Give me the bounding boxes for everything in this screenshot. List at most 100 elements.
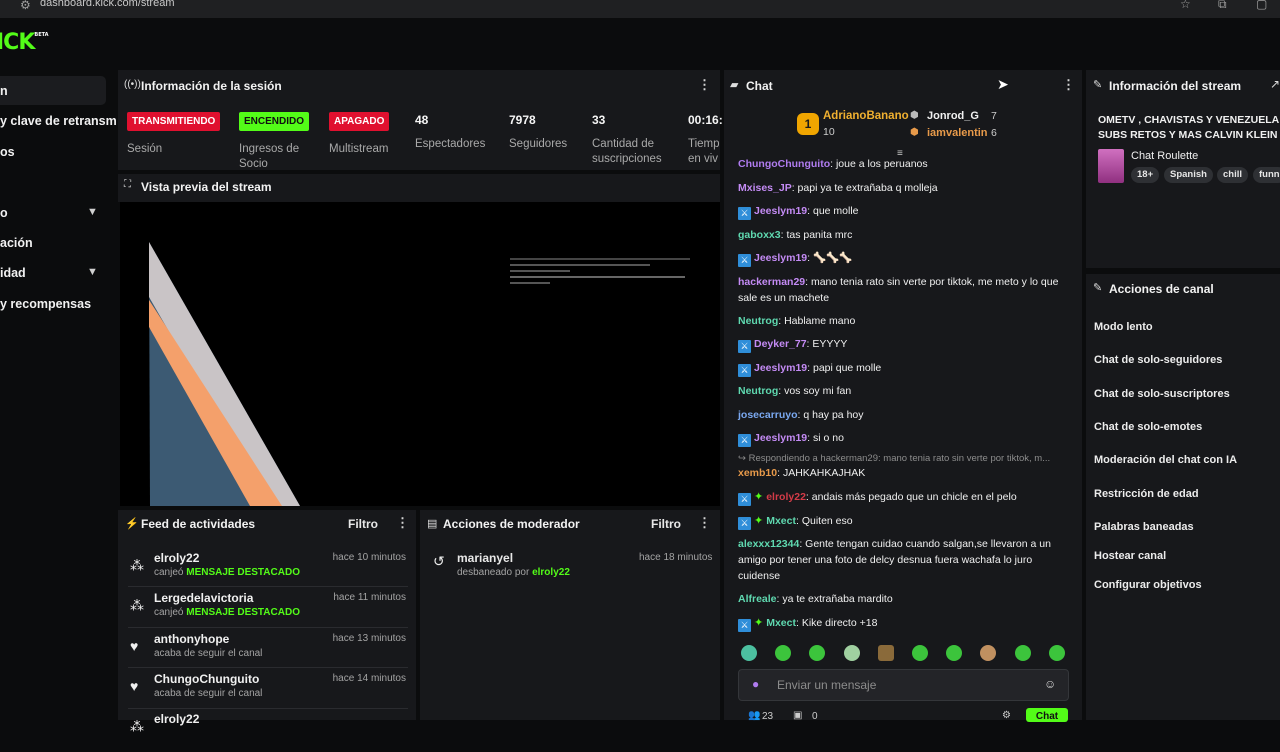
emote-icon[interactable] bbox=[878, 645, 894, 661]
chat-menu-icon[interactable]: ⋮ bbox=[1062, 77, 1075, 93]
sidebar-item-7[interactable]: idad bbox=[0, 266, 26, 280]
sidebar-item-3[interactable]: os bbox=[0, 145, 15, 159]
emote-icon[interactable] bbox=[809, 645, 825, 661]
heart-icon: ♥ bbox=[130, 678, 139, 694]
chat-input[interactable]: ● Enviar un mensaje ☺ bbox=[738, 669, 1069, 701]
chat-username[interactable]: hackerman29 bbox=[738, 276, 805, 288]
sidebar-item-stream[interactable]: n bbox=[0, 84, 8, 98]
chat-username[interactable]: Alfreale bbox=[738, 593, 777, 605]
kick-logo[interactable]: ICKBETA bbox=[0, 30, 49, 55]
chat-username[interactable]: alexxx12344 bbox=[738, 538, 799, 550]
mod-item-name[interactable]: marianyel bbox=[457, 551, 513, 565]
action-age-restriction[interactable]: Restricción de edad bbox=[1094, 488, 1199, 500]
chat-text: : que molle bbox=[807, 205, 859, 217]
chat-username[interactable]: Neutrog bbox=[738, 315, 778, 327]
emote-icon[interactable] bbox=[1015, 645, 1031, 661]
stream-title: OMETV , CHAVISTAS Y VENEZUELA SUBS RETOS… bbox=[1098, 114, 1279, 141]
chevron-down-icon[interactable]: ▼ bbox=[87, 266, 98, 278]
action-banned-words[interactable]: Palabras baneadas bbox=[1094, 521, 1194, 533]
emoji-icon[interactable]: ☺ bbox=[1044, 677, 1056, 691]
chat-username[interactable]: ChungoChunguito bbox=[738, 158, 830, 170]
sidebar-item-6[interactable]: ación bbox=[0, 236, 33, 250]
preview-icon: ⛶ bbox=[124, 179, 131, 190]
emote-icon[interactable] bbox=[1049, 645, 1065, 661]
emote-icon[interactable] bbox=[844, 645, 860, 661]
site-info-icon[interactable]: ⚙ bbox=[20, 0, 31, 12]
mod-filter-button[interactable]: Filtro bbox=[651, 517, 681, 531]
leader-name[interactable]: Jonrod_G bbox=[927, 110, 979, 122]
feed-item-name[interactable]: elroly22 bbox=[154, 712, 199, 726]
mod-menu-icon[interactable]: ⋮ bbox=[698, 515, 711, 531]
expand-icon[interactable]: ↗ bbox=[1270, 77, 1280, 91]
feed-item-time: hace 10 minutos bbox=[332, 552, 406, 563]
reply-context[interactable]: ↪ Respondiendo a hackerman29: mano tenia… bbox=[738, 452, 1068, 465]
moderator-badge-icon: ⚔ bbox=[738, 517, 751, 530]
action-followers-only[interactable]: Chat de solo-seguidores bbox=[1094, 354, 1222, 366]
tag-chip[interactable]: funn bbox=[1253, 167, 1280, 183]
session-menu-icon[interactable]: ⋮ bbox=[698, 77, 711, 93]
extensions-icon[interactable]: ⧉ bbox=[1218, 0, 1227, 12]
tag-chip[interactable]: chill bbox=[1217, 167, 1249, 183]
stream-preview[interactable] bbox=[120, 202, 720, 506]
chat-username[interactable]: elroly22 bbox=[766, 491, 806, 503]
chat-username[interactable]: Mxect bbox=[766, 515, 796, 527]
tag-chip[interactable]: Spanish bbox=[1164, 167, 1213, 183]
vip-badge-icon: ✦ bbox=[754, 491, 764, 503]
chat-username[interactable]: Neutrog bbox=[738, 385, 778, 397]
chat-username[interactable]: xemb10 bbox=[738, 467, 777, 479]
chat-username[interactable]: Jeeslym19 bbox=[754, 205, 807, 217]
url-bar[interactable]: dashboard.kick.com/stream bbox=[40, 0, 175, 9]
category-thumbnail[interactable] bbox=[1098, 149, 1124, 183]
feed-item: ⁂ elroly22 hace 10 minutos canjeó MENSAJ… bbox=[128, 551, 408, 591]
chat-message: Neutrog: vos soy mi fan bbox=[738, 383, 1068, 399]
feed-filter-button[interactable]: Filtro bbox=[348, 517, 378, 531]
settings-gear-icon[interactable]: ⚙ bbox=[1002, 710, 1011, 721]
chat-username[interactable]: Jeeslym19 bbox=[754, 252, 807, 264]
emote-icon[interactable] bbox=[912, 645, 928, 661]
sidebar-toggle-icon[interactable]: ▢ bbox=[1256, 0, 1267, 11]
divider bbox=[128, 667, 408, 668]
chat-text: : Quiten eso bbox=[795, 515, 853, 527]
sidebar-item-rewards[interactable]: y recompensas bbox=[0, 297, 91, 311]
action-ai-moderation[interactable]: Moderación del chat con IA bbox=[1094, 454, 1237, 466]
feed-item-name[interactable]: ChungoChunguito bbox=[154, 672, 259, 686]
emote-icon[interactable] bbox=[741, 645, 757, 661]
action-subs-only[interactable]: Chat de solo-suscriptores bbox=[1094, 388, 1230, 400]
chat-message: alexxx12344: Gente tengan cuidao cuando … bbox=[738, 536, 1068, 584]
leader-name[interactable]: iamvalentin bbox=[927, 127, 988, 139]
action-host-channel[interactable]: Hostear canal bbox=[1094, 550, 1166, 562]
emote-icon[interactable] bbox=[980, 645, 996, 661]
sidebar-item-stream-key[interactable]: y clave de retransm bbox=[0, 114, 117, 128]
chat-text: : Hablame mano bbox=[778, 315, 856, 327]
action-slow-mode[interactable]: Modo lento bbox=[1094, 321, 1153, 333]
leader-name[interactable]: AdrianoBanano bbox=[823, 110, 909, 122]
feed-item-name[interactable]: anthonyhope bbox=[154, 632, 229, 646]
chevron-down-icon[interactable]: ▼ bbox=[87, 206, 98, 218]
logo-text: ICK bbox=[0, 30, 35, 55]
chat-username[interactable]: Deyker_77 bbox=[754, 338, 807, 350]
mod-item-by[interactable]: elroly22 bbox=[532, 567, 570, 578]
chat-message: ⚔ Deyker_77: EYYYY bbox=[738, 336, 1068, 353]
uptime-value: 00:16: bbox=[688, 113, 723, 127]
chat-username[interactable]: gaboxx3 bbox=[738, 229, 781, 241]
chat-username[interactable]: Mxises_JP bbox=[738, 182, 792, 194]
chat-username[interactable]: Jeeslym19 bbox=[754, 362, 807, 374]
feed-menu-icon[interactable]: ⋮ bbox=[396, 515, 409, 531]
feed-item-time: hace 14 minutos bbox=[332, 673, 406, 684]
action-emotes-only[interactable]: Chat de solo-emotes bbox=[1094, 421, 1202, 433]
bookmark-star-icon[interactable]: ☆ bbox=[1180, 0, 1191, 11]
chat-username[interactable]: Jeeslym19 bbox=[754, 432, 807, 444]
emote-icon[interactable] bbox=[946, 645, 962, 661]
chat-username[interactable]: Mxect bbox=[766, 617, 796, 629]
action-configure-goals[interactable]: Configurar objetivos bbox=[1094, 579, 1202, 591]
chat-username[interactable]: josecarruyo bbox=[738, 409, 798, 421]
chat-text: : EYYYY bbox=[806, 338, 848, 350]
sidebar-item-5[interactable]: o bbox=[0, 206, 8, 220]
tag-chip[interactable]: 18+ bbox=[1131, 167, 1160, 183]
category-name[interactable]: Chat Roulette bbox=[1131, 150, 1198, 162]
mic-icon[interactable]: ● bbox=[752, 677, 759, 691]
feed-item-name[interactable]: elroly22 bbox=[154, 551, 199, 565]
mod-log-icon: ▤ bbox=[427, 518, 438, 530]
feed-item-name[interactable]: Lergedelavictoria bbox=[154, 591, 253, 605]
emote-icon[interactable] bbox=[775, 645, 791, 661]
